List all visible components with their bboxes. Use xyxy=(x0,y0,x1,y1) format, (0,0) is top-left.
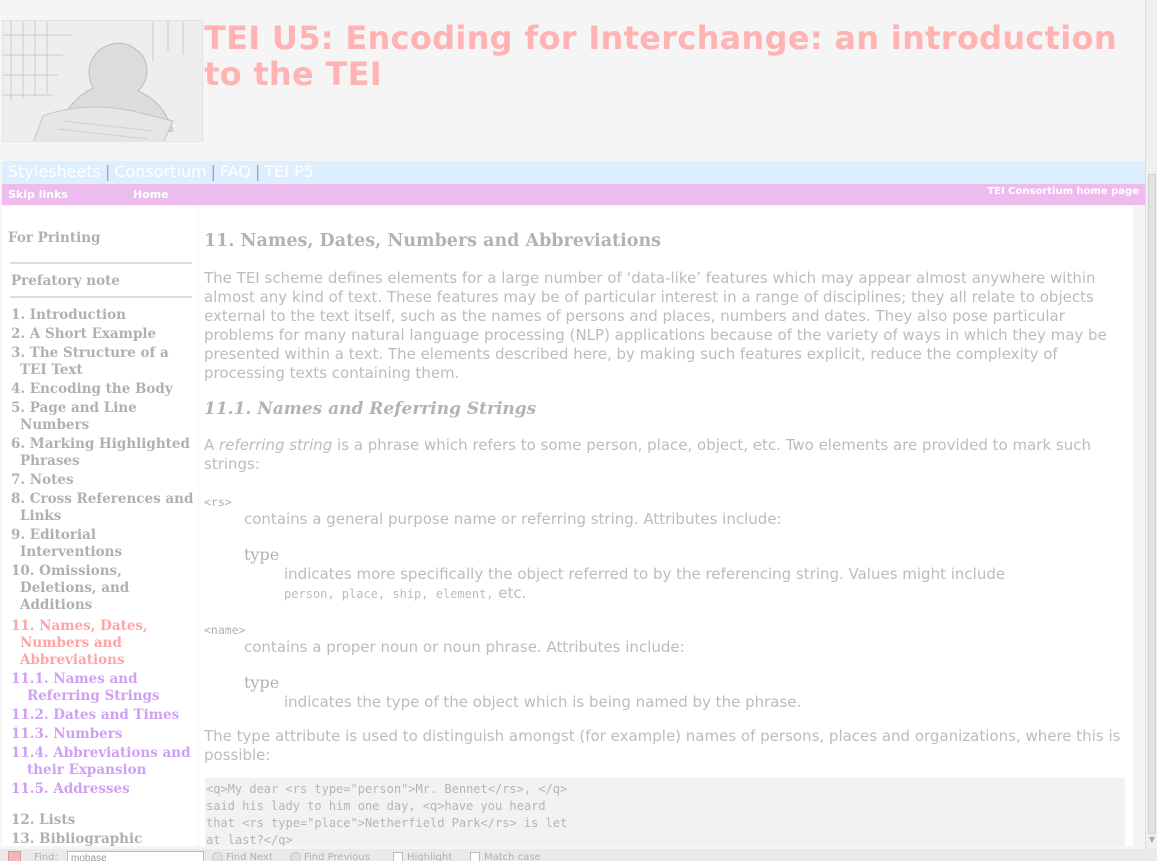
find-bar: Find: Find Next Find Previous Highlight … xyxy=(0,849,1157,861)
element-rs-tag: <rs> xyxy=(204,495,232,509)
term-referring-string: referring string xyxy=(219,436,333,454)
toc-item[interactable]: 4. Encoding the Body xyxy=(11,381,195,398)
home-link[interactable]: Home xyxy=(133,188,169,201)
for-printing-link[interactable]: For Printing xyxy=(8,230,101,246)
attribute-type-description: indicates the type of the object which i… xyxy=(284,693,802,711)
nav-consortium-link[interactable]: Consortium xyxy=(114,162,206,181)
toc-item[interactable]: 3. The Structure of a TEI Text xyxy=(11,345,195,379)
arrow-down-icon xyxy=(212,852,223,861)
toc-item[interactable]: 12. Lists xyxy=(11,812,195,829)
divider xyxy=(10,262,192,264)
attribute-values: person, place, ship, element, xyxy=(284,587,494,601)
toc-item[interactable]: 1. Introduction xyxy=(11,307,195,324)
attribute-type-description: indicates more specifically the object r… xyxy=(284,565,1124,604)
prefatory-note-link[interactable]: Prefatory note xyxy=(11,273,120,289)
checkbox-icon xyxy=(393,852,403,861)
page-title: TEI U5: Encoding for Interchange: an int… xyxy=(204,19,1117,93)
top-navigation: Stylesheets | Consortium | FAQ | TEI P5 xyxy=(2,161,1145,184)
find-next-button[interactable]: Find Next xyxy=(212,852,273,861)
nav-separator: | xyxy=(210,162,216,181)
toc-item[interactable]: 6. Marking Highlighted Phrases xyxy=(11,436,195,470)
toc-item[interactable]: 2. A Short Example xyxy=(11,326,195,343)
divider xyxy=(10,296,192,298)
match-case-label: Match case xyxy=(484,852,541,861)
match-case-checkbox[interactable]: Match case xyxy=(470,852,541,861)
nav-faq-link[interactable]: FAQ xyxy=(220,162,251,181)
intro-paragraph: The TEI scheme defines elements for a la… xyxy=(204,269,1107,382)
code-example: <q>My dear <rs type="person">Mr. Bennet<… xyxy=(205,778,1125,846)
toc-item[interactable]: 8. Cross References and Links xyxy=(11,491,195,525)
nav-separator: | xyxy=(104,162,111,181)
highlight-checkbox[interactable]: Highlight xyxy=(393,852,452,861)
toc-subitem[interactable]: 11.4. Abbreviations and their Expansion xyxy=(11,745,195,779)
tei-consortium-home-link[interactable]: TEI Consortium home page xyxy=(987,186,1139,197)
subsection-title: 11.1. Names and Referring Strings xyxy=(204,399,537,419)
paragraph-text: A xyxy=(204,436,220,454)
toc-item[interactable]: 13. Bibliographic Citations and Referenc… xyxy=(11,831,195,846)
type-attribute-paragraph: The type attribute is used to distinguis… xyxy=(204,727,1121,764)
toc-item-current[interactable]: 11. Names, Dates, Numbers and Abbreviati… xyxy=(11,618,195,669)
find-next-label: Find Next xyxy=(226,852,273,861)
highlight-label: Highlight xyxy=(407,852,453,861)
toc-subitem[interactable]: 11.1. Names and Referring Strings xyxy=(11,671,195,705)
nav-tei-p5-link[interactable]: TEI P5 xyxy=(264,162,314,181)
element-name-description: contains a proper noun or noun phrase. A… xyxy=(244,638,685,656)
nav-separator: | xyxy=(255,162,261,181)
toc-subitem[interactable]: 11.5. Addresses xyxy=(11,781,195,798)
page-header: TEI U5: Encoding for Interchange: an int… xyxy=(0,0,1145,160)
checkbox-icon xyxy=(470,852,480,861)
element-name-tag: <name> xyxy=(204,623,246,637)
toc-item[interactable]: 9. Editorial Interventions xyxy=(11,527,195,561)
find-previous-button[interactable]: Find Previous xyxy=(290,852,370,861)
close-icon[interactable] xyxy=(8,851,21,861)
attribute-type-label: type xyxy=(244,545,280,564)
tei-logo-image xyxy=(2,20,203,142)
find-label: Find: xyxy=(34,852,58,861)
toc-list: 1. Introduction 2. A Short Example 3. Th… xyxy=(11,307,195,846)
attribute-type-label: type xyxy=(244,673,280,692)
find-input[interactable] xyxy=(67,851,204,861)
toc-subitem[interactable]: 11.2. Dates and Times xyxy=(11,707,195,724)
element-rs-description: contains a general purpose name or refer… xyxy=(244,510,782,528)
paragraph-text: is a phrase which refers to some person,… xyxy=(204,436,1091,473)
attribute-description-text: indicates more specifically the object r… xyxy=(284,565,1006,583)
toc-item[interactable]: 5. Page and Line Numbers xyxy=(11,400,195,434)
section-title: 11. Names, Dates, Numbers and Abbreviati… xyxy=(204,231,662,251)
skip-links-link[interactable]: Skip links xyxy=(8,188,68,201)
nav-stylesheets-link[interactable]: Stylesheets xyxy=(8,162,101,181)
sidebar-toc: For Printing Prefatory note 1. Introduct… xyxy=(2,206,198,846)
scroll-down-arrow-icon[interactable]: ▼ xyxy=(1148,835,1156,845)
scrollbar-thumb[interactable] xyxy=(1148,174,1156,834)
attribute-values-etc: etc. xyxy=(498,584,527,602)
vertical-scrollbar[interactable]: ▼ xyxy=(1145,0,1157,849)
toc-subitem[interactable]: 11.3. Numbers xyxy=(11,726,195,743)
main-content: 11. Names, Dates, Numbers and Abbreviati… xyxy=(199,206,1133,846)
toc-item[interactable]: 10. Omissions, Deletions, and Additions xyxy=(11,563,195,614)
sub-navigation: Skip links Home TEI Consortium home page xyxy=(2,184,1145,205)
arrow-up-icon xyxy=(290,852,301,861)
referring-string-paragraph: A referring string is a phrase which ref… xyxy=(204,436,1124,474)
toc-item[interactable]: 7. Notes xyxy=(11,472,195,489)
find-previous-label: Find Previous xyxy=(304,852,370,861)
